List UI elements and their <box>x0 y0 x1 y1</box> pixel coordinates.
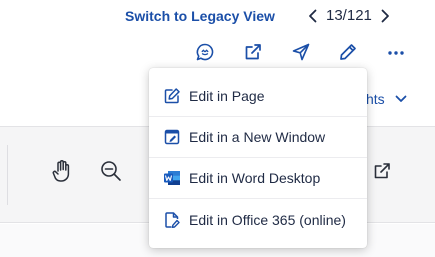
comment-button[interactable] <box>191 38 219 66</box>
share-external-button[interactable] <box>239 38 267 66</box>
menu-item-edit-word-desktop[interactable]: Edit in Word Desktop <box>149 158 367 199</box>
page: Switch to Legacy View 13/121 hts Edit in… <box>0 0 435 257</box>
menu-item-label: Edit in Page <box>189 88 265 104</box>
previous-page-button[interactable] <box>303 5 323 27</box>
pan-tool-button[interactable] <box>48 157 76 185</box>
action-toolbar <box>190 38 420 66</box>
send-icon <box>292 43 310 61</box>
page-count: 13/121 <box>326 7 372 24</box>
edit-menu: Edit in Page Edit in a New Window Edit i… <box>149 68 367 248</box>
more-horizontal-icon <box>388 51 404 55</box>
menu-item-edit-in-page[interactable]: Edit in Page <box>149 76 367 117</box>
chevron-right-icon <box>381 9 389 23</box>
zoom-out-icon <box>101 161 121 181</box>
share-external-icon <box>245 44 261 60</box>
edit-pencil-icon <box>340 44 356 60</box>
background-dropdown-label: hts <box>366 91 385 107</box>
background-dropdown[interactable]: hts <box>366 90 407 108</box>
chevron-left-icon <box>309 9 317 23</box>
menu-item-label: Edit in a New Window <box>189 129 326 145</box>
open-external-button[interactable] <box>368 157 396 185</box>
switch-legacy-view-link[interactable]: Switch to Legacy View <box>125 6 275 26</box>
comment-icon <box>196 43 214 61</box>
next-page-button[interactable] <box>375 5 395 27</box>
chevron-down-icon <box>395 95 407 102</box>
menu-item-label: Edit in Office 365 (online) <box>189 211 346 228</box>
menu-item-label: Edit in Word Desktop <box>189 170 321 186</box>
menu-item-edit-new-window[interactable]: Edit in a New Window <box>149 117 367 158</box>
hand-pan-icon <box>52 160 70 182</box>
edit-button[interactable] <box>334 38 362 66</box>
send-button[interactable] <box>287 38 315 66</box>
more-options-button[interactable] <box>382 38 410 66</box>
open-external-icon <box>374 163 390 179</box>
menu-item-edit-office-365[interactable]: Edit in Office 365 (online) <box>149 199 367 240</box>
word-icon <box>163 169 181 187</box>
toolbar-divider <box>7 145 8 205</box>
zoom-out-button[interactable] <box>97 157 125 185</box>
pager: 13/121 <box>303 5 395 27</box>
edit-square-icon <box>163 87 181 105</box>
office-online-edit-icon <box>163 211 181 229</box>
new-window-edit-icon <box>163 128 181 146</box>
